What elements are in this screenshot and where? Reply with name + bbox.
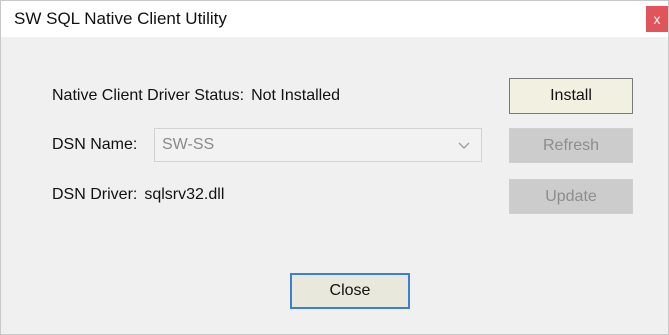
update-button[interactable]: Update <box>509 179 633 214</box>
window-title: SW SQL Native Client Utility <box>14 9 227 28</box>
driver-status-row: Native Client Driver Status: Not Installe… <box>52 87 340 105</box>
refresh-button[interactable]: Refresh <box>509 128 633 163</box>
dsn-name-value: SW-SS <box>162 136 215 153</box>
dsn-name-label: DSN Name: <box>52 136 138 153</box>
title-bar: SW SQL Native Client Utility x <box>1 1 668 37</box>
dialog-window: SW SQL Native Client Utility x Native Cl… <box>0 0 669 335</box>
window-close-icon[interactable]: x <box>646 6 668 32</box>
dsn-name-select[interactable]: SW-SS <box>154 128 482 162</box>
close-button[interactable]: Close <box>290 273 410 309</box>
driver-status-label: Native Client Driver Status: <box>52 87 245 104</box>
dsn-driver-label: DSN Driver: <box>52 186 138 203</box>
dsn-driver-value: sqlsrv32.dll <box>144 186 225 203</box>
driver-status-value: Not Installed <box>251 87 340 104</box>
dsn-driver-row: DSN Driver: sqlsrv32.dll <box>52 186 224 204</box>
chevron-down-icon[interactable] <box>456 137 472 153</box>
install-button[interactable]: Install <box>509 78 633 114</box>
